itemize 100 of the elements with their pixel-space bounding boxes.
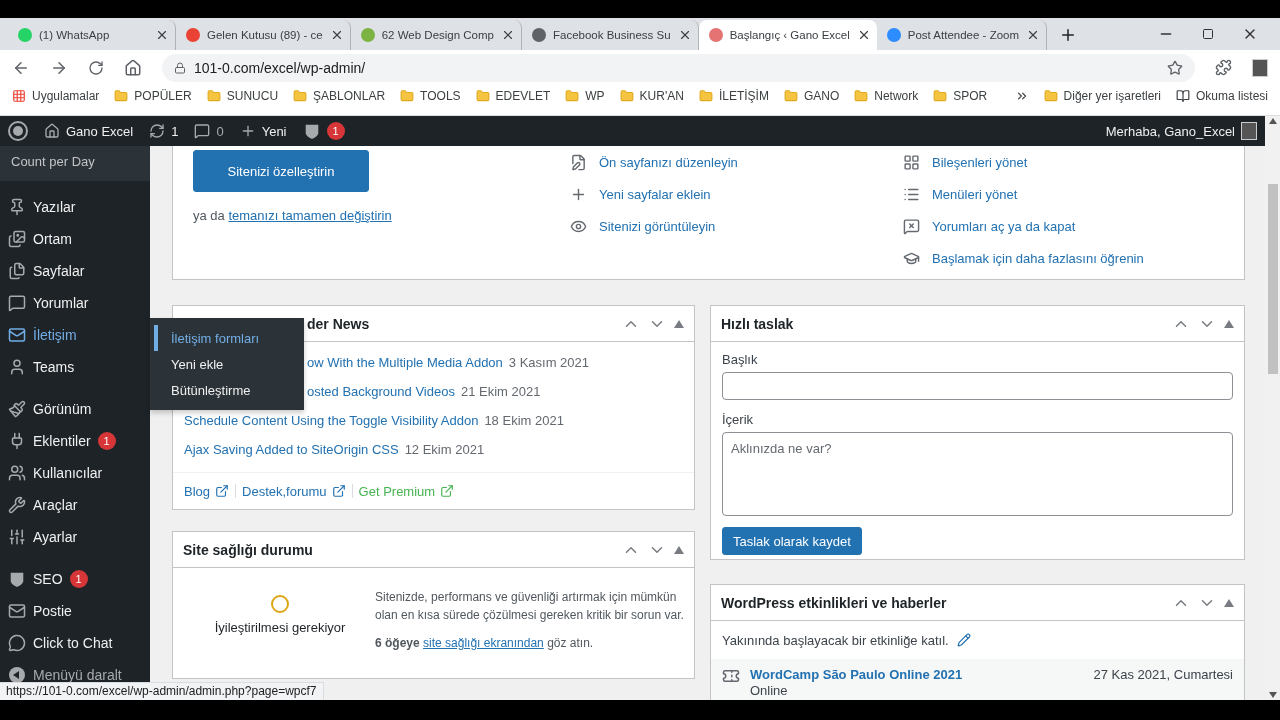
field-label: Başlık	[722, 352, 759, 367]
folder-icon	[1043, 89, 1058, 103]
account-link[interactable]: Merhaba, Gano_Excel	[1105, 122, 1257, 140]
content-field[interactable]: Aklınızda ne var?	[722, 432, 1233, 516]
sidebar-item[interactable]: Yorumlar	[0, 287, 150, 319]
bookmark-folder[interactable]: WP	[565, 89, 605, 103]
person-icon	[8, 358, 26, 376]
action-link[interactable]: Başlamak için daha fazlasını öğrenin	[932, 250, 1144, 266]
sidebar-item[interactable]: Teams	[0, 351, 150, 383]
bookmark-folder[interactable]: TOOLS	[400, 89, 461, 103]
scrollbar-thumb[interactable]	[1267, 184, 1278, 374]
save-draft-button[interactable]: Taslak olarak kaydet	[722, 527, 862, 555]
box-title: WordPress etkinlikleri ve haberler	[721, 594, 947, 611]
home-icon[interactable]	[124, 58, 142, 77]
browser-tab[interactable]: Başlangıç ‹ Gano Excel	[698, 20, 877, 50]
extensions-icon[interactable]	[1215, 59, 1232, 76]
change-theme-link[interactable]: temanızı tamamen değiştirin	[228, 208, 392, 223]
scroll-down-icon[interactable]	[1268, 692, 1277, 698]
event-link[interactable]: WordCamp São Paulo Online 2021	[750, 667, 1084, 682]
site-name-link[interactable]: Gano Excel	[44, 123, 134, 139]
submenu-item[interactable]: İletişim formları	[154, 325, 304, 351]
folder-icon	[933, 89, 948, 103]
sidebar-item[interactable]: Sayfalar	[0, 255, 150, 287]
title-field[interactable]	[722, 372, 1233, 400]
collapse-toggle-icon[interactable]	[1224, 598, 1234, 607]
sidebar-item[interactable]: Count per Day	[0, 146, 150, 181]
health-message: Sitenizde, performans ve güvenliği artırmak için mümkün olan en kısa sürede çözülmesi gereken kritik bir sorun var.	[375, 589, 685, 624]
action-link[interactable]: Sitenizi görüntüleyin	[599, 218, 716, 234]
widgets-icon	[903, 153, 920, 171]
lock-icon	[174, 61, 186, 74]
bookmark-item[interactable]: Uygulamalar	[12, 89, 100, 103]
sidebar-item[interactable]: İletişim	[0, 319, 150, 351]
sidebar-item[interactable]: Kullanıcılar	[0, 457, 150, 489]
reading-list-button[interactable]: Okuma listesi	[1175, 89, 1268, 103]
comments-link[interactable]: 0	[194, 123, 224, 139]
action-link[interactable]: Yeni sayfalar eklein	[599, 186, 711, 202]
action-link[interactable]: Menüleri yönet	[932, 186, 1018, 202]
news-link[interactable]: ow With the Multiple Media Addon	[307, 355, 503, 370]
reload-icon[interactable]	[88, 59, 104, 76]
close-icon[interactable]	[155, 28, 169, 42]
sidebar-item[interactable]: Görünüm	[0, 393, 150, 425]
box-title: Site sağlığı durumu	[183, 541, 313, 558]
news-date: 18 Ekim 2021	[484, 413, 564, 428]
sidebar-item[interactable]: Eklentiler 1	[0, 425, 150, 457]
footer-link[interactable]: Blog	[184, 483, 230, 499]
address-bar[interactable]: 101-0.com/excel/wp-admin/	[162, 53, 1195, 82]
news-link[interactable]: Schedule Content Using the Toggle Visibility Addon	[184, 413, 479, 428]
bookmark-folder[interactable]: Network	[854, 89, 919, 103]
customize-button[interactable]: Sitenizi özelleştirin	[193, 150, 369, 192]
footer-link[interactable]: Destek,forumu	[242, 483, 346, 499]
bookmark-folder[interactable]: KUR'AN	[619, 89, 684, 103]
shield-icon	[8, 570, 26, 588]
collapse-toggle-icon[interactable]	[674, 545, 684, 554]
bookmark-folder[interactable]: GANO	[783, 89, 840, 103]
submenu-item[interactable]: Bütünleştirme	[154, 377, 304, 403]
pencil-icon[interactable]	[956, 633, 971, 647]
bookmark-folder[interactable]: ŞABLONLAR	[293, 89, 386, 103]
updates-link[interactable]: 1	[149, 123, 179, 139]
folder-icon	[783, 89, 798, 103]
site-health-link[interactable]: site sağlığı ekranından	[423, 636, 544, 650]
collapse-toggle-icon[interactable]	[674, 319, 684, 328]
bookmark-folder[interactable]: POPÜLER	[114, 89, 192, 103]
box-title: Hızlı taslak	[721, 315, 794, 332]
sidebar-item[interactable]: Yazılar	[0, 191, 150, 223]
close-icon[interactable]	[501, 28, 515, 42]
action-link[interactable]: Bileşenleri yönet	[932, 154, 1028, 170]
sidebar-item[interactable]: Araçlar	[0, 489, 150, 521]
sidebar-item[interactable]: SEO 1	[0, 563, 150, 595]
bookmark-folder[interactable]: EDEVLET	[475, 89, 551, 103]
folder-icon	[698, 89, 713, 103]
bookmark-folder[interactable]: SPOR	[933, 89, 988, 103]
new-content-link[interactable]: Yeni	[239, 123, 287, 139]
notification-badge: 1	[97, 432, 116, 450]
sidebar-item[interactable]: Click to Chat	[0, 627, 150, 659]
home-icon	[44, 123, 60, 139]
bookmark-folder[interactable]: İLETİŞİM	[698, 89, 769, 103]
action-link[interactable]: Ön sayfanızı düzenleyin	[599, 154, 738, 170]
apps-grid-icon	[12, 89, 26, 103]
action-link[interactable]: Yorumları aç ya da kapat	[932, 218, 1076, 234]
event-location: Online	[750, 683, 789, 698]
sidebar-item[interactable]: Postie	[0, 595, 150, 627]
star-icon[interactable]	[1167, 59, 1183, 76]
collapse-toggle-icon[interactable]	[1224, 319, 1234, 328]
sidebar-item[interactable]: Ayarlar	[0, 521, 150, 553]
refresh-icon	[149, 123, 166, 139]
bookmark-folder[interactable]: SUNUCU	[206, 89, 279, 103]
maximize-icon[interactable]	[1202, 28, 1214, 40]
external-link-icon	[331, 484, 346, 498]
box-title: der News	[307, 315, 370, 332]
users-icon	[8, 464, 26, 482]
news-link[interactable]: osted Background Videos	[307, 384, 455, 399]
sidebar-item[interactable]: Ortam	[0, 223, 150, 255]
news-link[interactable]: Ajax Saving Added to SiteOrigin CSS	[184, 442, 399, 457]
wordpress-logo-icon[interactable]	[8, 121, 28, 141]
profile-avatar[interactable]	[1252, 58, 1268, 77]
favicon-icon	[18, 28, 32, 42]
scroll-up-icon[interactable]	[1268, 118, 1277, 124]
bookmark-folder[interactable]: Diğer yer işaretleri	[1043, 89, 1161, 103]
folder-icon	[114, 89, 129, 103]
submenu-item[interactable]: Yeni ekle	[154, 351, 304, 377]
